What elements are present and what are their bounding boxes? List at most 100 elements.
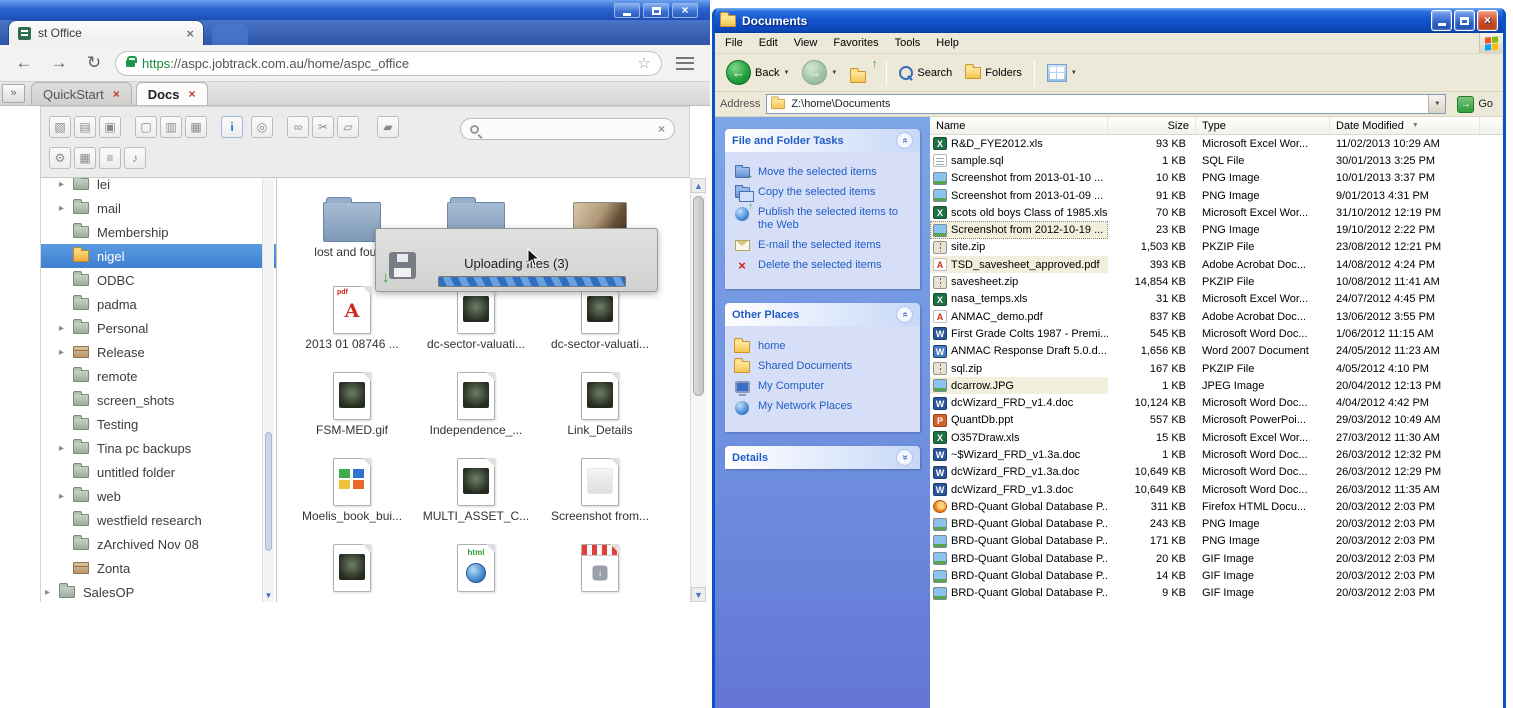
link-my-computer[interactable]: My Computer (733, 380, 912, 393)
open-icon[interactable]: ▢ (135, 116, 157, 138)
scroll-down-icon[interactable]: ▼ (263, 589, 274, 602)
save-icon[interactable]: ▣ (99, 116, 121, 138)
up-button[interactable]: ↑ (845, 60, 879, 86)
go-button[interactable]: → Go (1452, 96, 1498, 113)
file-row-brd-quant-global-database-p[interactable]: BRD-Quant Global Database P...243 KBPNG … (930, 516, 1503, 533)
audio-icon[interactable]: ♪ (124, 147, 146, 169)
column-header-name[interactable]: Name (930, 117, 1108, 134)
file-row-dcarrow-jpg[interactable]: dcarrow.JPG1 KBJPEG Image20/04/2012 12:1… (930, 377, 1503, 394)
link-shared-documents[interactable]: Shared Documents (733, 360, 912, 373)
folders-button[interactable]: Folders (960, 64, 1027, 82)
menu-view[interactable]: View (786, 35, 826, 51)
expand-arrow-icon[interactable]: ▸ (59, 443, 73, 454)
tab-close-icon[interactable]: × (186, 26, 194, 41)
menu-edit[interactable]: Edit (751, 35, 786, 51)
expand-arrow-icon[interactable]: ▸ (59, 179, 73, 190)
menu-help[interactable]: Help (928, 35, 967, 51)
expand-arrow-icon[interactable]: ▸ (59, 491, 73, 502)
tab-quickstart[interactable]: QuickStart × (31, 82, 132, 105)
files-scrollbar[interactable]: ▲ ▼ (690, 178, 706, 602)
tree-item-tina-pc-backups[interactable]: ▸Tina pc backups (41, 436, 276, 460)
forward-dropdown-icon[interactable]: ▼ (831, 70, 837, 76)
search-input[interactable] (486, 122, 651, 136)
tree-item-westfield-research[interactable]: westfield research (41, 508, 276, 532)
tab-docs[interactable]: Docs × (136, 82, 208, 105)
link-e-mail-the-selected-items[interactable]: E-mail the selected items (733, 239, 912, 252)
views-button[interactable]: ▼ (1042, 61, 1082, 85)
address-input[interactable]: Z:\home\Documents ▼ (766, 94, 1446, 114)
link-publish-the-selected-items-to-the-web[interactable]: ↑Publish the selected items to the Web (733, 206, 912, 232)
cut-icon[interactable]: ✂ (312, 116, 334, 138)
file-row-anmac-demo-pdf[interactable]: AANMAC_demo.pdf837 KBAdobe Acrobat Doc..… (930, 308, 1503, 325)
browser-tab[interactable]: st Office × (8, 20, 204, 45)
scroll-up-icon[interactable]: ▲ (691, 178, 706, 193)
file-row-brd-quant-global-database-p[interactable]: BRD-Quant Global Database P...9 KBGIF Im… (930, 585, 1503, 602)
menu-favorites[interactable]: Favorites (825, 35, 886, 51)
file-item-item[interactable]: html (414, 530, 538, 602)
print-icon[interactable]: ▦ (185, 116, 207, 138)
address-dropdown-icon[interactable]: ▼ (1428, 95, 1445, 113)
scrollbar-thumb[interactable] (265, 432, 272, 551)
file-item-independence[interactable]: Independence_... (414, 358, 538, 444)
file-row-r-d-fye2012-xls[interactable]: XR&D_FYE2012.xls93 KBMicrosoft Excel Wor… (930, 135, 1503, 152)
file-row-o357draw-xls[interactable]: XO357Draw.xls15 KBMicrosoft Excel Wor...… (930, 429, 1503, 446)
file-row-screenshot-from-2013-01-09[interactable]: Screenshot from 2013-01-09 ...91 KBPNG I… (930, 187, 1503, 204)
tree-item-zarchived-nov-08[interactable]: zArchived Nov 08 (41, 532, 276, 556)
maximize-button[interactable] (643, 3, 669, 18)
link-icon[interactable]: ∞ (287, 116, 309, 138)
file-row-screenshot-from-2012-10-19[interactable]: Screenshot from 2012-10-19 ...23 KBPNG I… (930, 221, 1503, 238)
maximize-button[interactable] (1454, 10, 1475, 31)
tools-icon[interactable]: ⚙ (49, 147, 71, 169)
link-move-the-selected-items[interactable]: →Move the selected items (733, 166, 912, 179)
tree-item-screen-shots[interactable]: screen_shots (41, 388, 276, 412)
file-item-moelis-book-bui[interactable]: Moelis_book_bui... (290, 444, 414, 530)
new-folder-icon[interactable]: ▧ (49, 116, 71, 138)
duplicate-icon[interactable]: ▥ (160, 116, 182, 138)
collapse-chevron-icon[interactable]: « (896, 132, 913, 149)
tree-item-personal[interactable]: ▸Personal (41, 316, 276, 340)
file-row-first-grade-colts-1987-premi[interactable]: WFirst Grade Colts 1987 - Premi...545 KB… (930, 325, 1503, 342)
new-tab-button[interactable] (212, 24, 248, 45)
expand-chevron-icon[interactable]: « (896, 449, 913, 466)
file-row-nasa-temps-xls[interactable]: Xnasa_temps.xls31 KBMicrosoft Excel Wor.… (930, 291, 1503, 308)
file-row-brd-quant-global-database-p[interactable]: BRD-Quant Global Database P...311 KBFire… (930, 498, 1503, 515)
file-row-anmac-response-draft-5-0-d[interactable]: WANMAC Response Draft 5.0.d...1,656 KBWo… (930, 343, 1503, 360)
copy-icon[interactable]: ▱ (337, 116, 359, 138)
file-row-brd-quant-global-database-p[interactable]: BRD-Quant Global Database P...171 KBPNG … (930, 533, 1503, 550)
tree-item-release[interactable]: ▸Release (41, 340, 276, 364)
back-dropdown-icon[interactable]: ▼ (783, 70, 789, 76)
menu-file[interactable]: File (717, 35, 751, 51)
menu-icon[interactable] (676, 57, 694, 70)
file-item-item[interactable]: ↓ (538, 530, 662, 602)
tree-item-padma[interactable]: padma (41, 292, 276, 316)
tree-item-nigel[interactable]: nigel (41, 244, 276, 268)
file-row-brd-quant-global-database-p[interactable]: BRD-Quant Global Database P...20 KBGIF I… (930, 550, 1503, 567)
file-row-wizard-frd-v1-3a-doc[interactable]: W~$Wizard_FRD_v1.3a.doc1 KBMicrosoft Wor… (930, 446, 1503, 463)
link-delete-the-selected-items[interactable]: ×Delete the selected items (733, 259, 912, 272)
expand-arrow-icon[interactable]: ▸ (45, 587, 59, 598)
column-header-date[interactable]: Date Modified▼ (1330, 117, 1480, 134)
link-home[interactable]: home (733, 340, 912, 353)
search-button[interactable]: Search (894, 63, 957, 83)
file-row-tsd-savesheet-approved-pdf[interactable]: ATSD_savesheet_approved.pdf393 KBAdobe A… (930, 256, 1503, 273)
file-row-sample-sql[interactable]: sample.sql1 KBSQL File30/01/2013 3:25 PM (930, 152, 1503, 169)
scroll-down-icon[interactable]: ▼ (691, 587, 706, 602)
tree-item-untitled-folder[interactable]: untitled folder (41, 460, 276, 484)
details-header[interactable]: Details « (725, 446, 920, 469)
file-item-link-details[interactable]: Link_Details (538, 358, 662, 444)
link-my-network-places[interactable]: My Network Places (733, 400, 912, 415)
tab-overflow-button[interactable]: » (2, 84, 25, 103)
file-row-dcwizard-frd-v1-3-doc[interactable]: WdcWizard_FRD_v1.3.doc10,649 KBMicrosoft… (930, 481, 1503, 498)
paste-icon[interactable]: ▰ (377, 116, 399, 138)
file-row-dcwizard-frd-v1-3a-doc[interactable]: WdcWizard_FRD_v1.3a.doc10,649 KBMicrosof… (930, 464, 1503, 481)
preview-icon[interactable]: ◎ (251, 116, 273, 138)
link-copy-the-selected-items[interactable]: Copy the selected items (733, 186, 912, 199)
tasks-header[interactable]: File and Folder Tasks « (725, 129, 920, 152)
tree-item-remote[interactable]: remote (41, 364, 276, 388)
tree-scrollbar[interactable]: ▼ (262, 178, 274, 602)
file-row-quantdb-ppt[interactable]: PQuantDb.ppt557 KBMicrosoft PowerPoi...2… (930, 412, 1503, 429)
file-item-multi-asset-c[interactable]: MULTI_ASSET_C... (414, 444, 538, 530)
tree-item-mail[interactable]: ▸mail (41, 196, 276, 220)
minimize-button[interactable] (614, 3, 640, 18)
other-places-header[interactable]: Other Places « (725, 303, 920, 326)
